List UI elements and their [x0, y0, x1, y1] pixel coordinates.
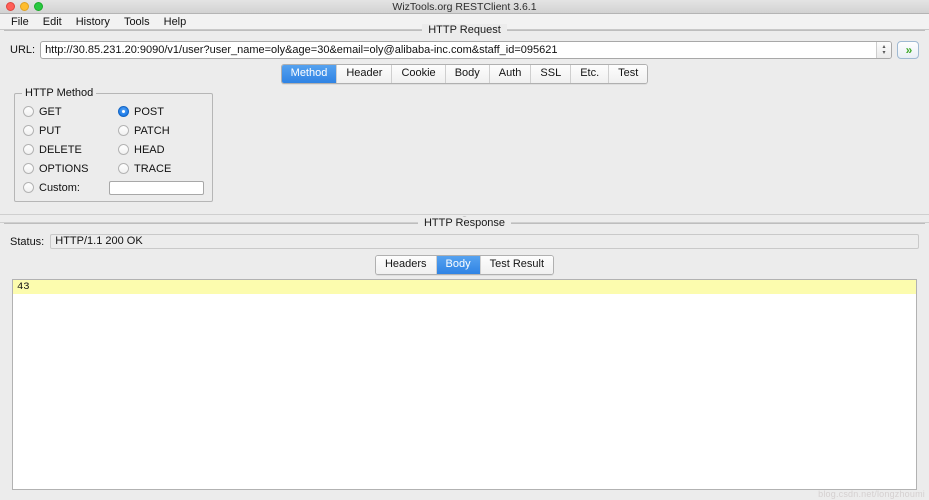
- radio-custom[interactable]: Custom:: [23, 180, 104, 195]
- http-response-title-text: HTTP Response: [417, 217, 512, 229]
- method-tab-content: HTTP Method GET POST PUT PATCH DELETE HE…: [4, 87, 925, 214]
- tab-header[interactable]: Header: [337, 65, 393, 83]
- url-history-spinner[interactable]: ▴ ▾: [876, 42, 891, 58]
- http-method-legend: HTTP Method: [22, 87, 97, 99]
- tab-auth[interactable]: Auth: [489, 65, 532, 83]
- radio-head[interactable]: HEAD: [118, 142, 204, 157]
- tab-response-body[interactable]: Body: [436, 256, 481, 274]
- radio-trace-label: TRACE: [134, 162, 172, 175]
- zoom-button[interactable]: [34, 2, 43, 11]
- url-row: URL: ▴ ▾ »: [4, 38, 925, 61]
- window-title: WizTools.org RESTClient 3.6.1: [392, 0, 537, 13]
- send-request-button[interactable]: »: [897, 41, 919, 59]
- response-tabstrip: Headers Body Test Result: [4, 251, 925, 279]
- radio-delete-indicator: [23, 144, 34, 155]
- request-tabs: Method Header Cookie Body Auth SSL Etc. …: [280, 64, 649, 84]
- radio-put-label: PUT: [39, 124, 61, 137]
- radio-put-indicator: [23, 125, 34, 136]
- radio-get[interactable]: GET: [23, 104, 118, 119]
- window-controls: [0, 2, 43, 11]
- url-combobox[interactable]: ▴ ▾: [40, 41, 892, 59]
- radio-trace[interactable]: TRACE: [118, 161, 204, 176]
- close-button[interactable]: [6, 2, 15, 11]
- radio-patch-label: PATCH: [134, 124, 170, 137]
- double-chevron-right-icon: »: [905, 43, 913, 57]
- title-bar: WizTools.org RESTClient 3.6.1: [0, 0, 929, 14]
- tab-cookie[interactable]: Cookie: [392, 65, 446, 83]
- radio-options[interactable]: OPTIONS: [23, 161, 118, 176]
- radio-get-label: GET: [39, 105, 62, 118]
- status-row: Status: HTTP/1.1 200 OK: [4, 231, 925, 251]
- radio-post-label: POST: [134, 105, 164, 118]
- custom-method-row: Custom:: [23, 180, 204, 195]
- radio-custom-label: Custom:: [39, 181, 80, 194]
- status-label: Status:: [10, 235, 45, 248]
- http-request-panel: HTTP Request URL: ▴ ▾ » Me: [4, 24, 925, 214]
- tab-response-test-result[interactable]: Test Result: [480, 256, 554, 274]
- http-request-title-text: HTTP Request: [422, 24, 507, 36]
- tab-ssl[interactable]: SSL: [531, 65, 572, 83]
- radio-post-indicator: [118, 106, 129, 117]
- status-value: HTTP/1.1 200 OK: [50, 234, 919, 249]
- tab-test[interactable]: Test: [609, 65, 648, 83]
- radio-patch-indicator: [118, 125, 129, 136]
- custom-method-input[interactable]: [109, 180, 204, 195]
- radio-post[interactable]: POST: [118, 104, 204, 119]
- radio-trace-indicator: [118, 163, 129, 174]
- request-tabstrip: Method Header Cookie Body Auth SSL Etc. …: [4, 61, 925, 89]
- http-method-groupbox: HTTP Method GET POST PUT PATCH DELETE HE…: [14, 87, 213, 202]
- chevron-up-icon: ▴: [882, 43, 886, 50]
- split-pane: HTTP Request URL: ▴ ▾ » Me: [0, 24, 929, 499]
- url-label: URL:: [10, 44, 36, 56]
- app-window: WizTools.org RESTClient 3.6.1 File Edit …: [0, 0, 929, 500]
- radio-options-label: OPTIONS: [39, 162, 89, 175]
- radio-patch[interactable]: PATCH: [118, 123, 204, 138]
- tab-method[interactable]: Method: [281, 65, 338, 83]
- chevron-down-icon: ▾: [882, 49, 886, 56]
- response-body-line-1: 43: [13, 280, 916, 294]
- radio-get-indicator: [23, 106, 34, 117]
- radio-custom-indicator: [23, 182, 34, 193]
- response-tabs: Headers Body Test Result: [374, 255, 555, 275]
- http-response-title: HTTP Response: [4, 217, 925, 229]
- radio-options-indicator: [23, 163, 34, 174]
- response-body-empty-area[interactable]: [13, 294, 916, 489]
- radio-delete[interactable]: DELETE: [23, 142, 118, 157]
- minimize-button[interactable]: [20, 2, 29, 11]
- tab-etc[interactable]: Etc.: [571, 65, 610, 83]
- http-method-radio-grid: GET POST PUT PATCH DELETE HEAD OPTIONS T…: [23, 104, 204, 176]
- http-response-panel: HTTP Response Status: HTTP/1.1 200 OK He…: [4, 217, 925, 499]
- http-request-title: HTTP Request: [4, 24, 925, 36]
- radio-delete-label: DELETE: [39, 143, 82, 156]
- response-body-textarea[interactable]: 43: [12, 279, 917, 490]
- tab-response-headers[interactable]: Headers: [375, 256, 437, 274]
- url-input[interactable]: [41, 42, 876, 58]
- radio-head-indicator: [118, 144, 129, 155]
- tab-body[interactable]: Body: [445, 65, 490, 83]
- radio-head-label: HEAD: [134, 143, 165, 156]
- radio-put[interactable]: PUT: [23, 123, 118, 138]
